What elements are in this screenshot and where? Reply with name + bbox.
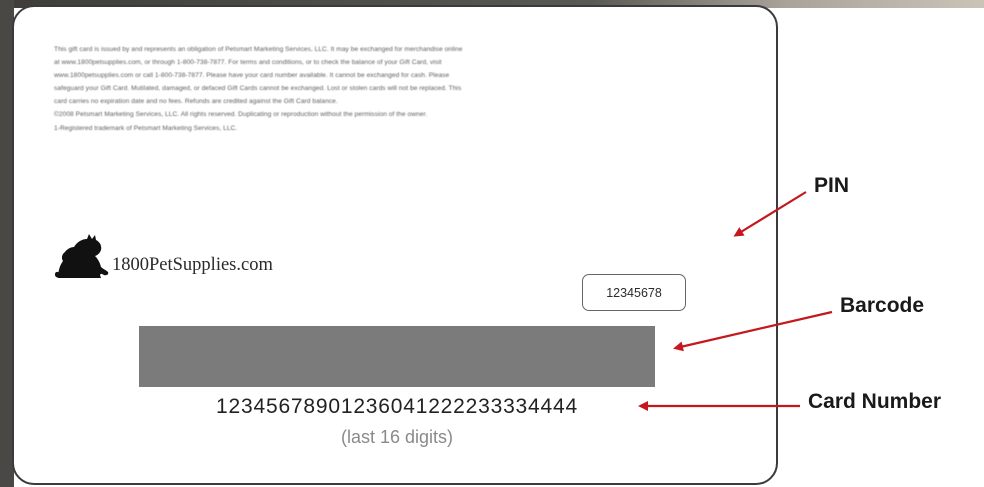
- barcode-label: Barcode: [840, 294, 925, 317]
- card-number-label: Card Number: [808, 390, 942, 413]
- pin-arrow: [733, 191, 807, 237]
- pin-label: PIN: [814, 174, 850, 197]
- gift-card-diagram: This gift card is issued by and represen…: [0, 0, 984, 487]
- barcode-arrow: [673, 310, 833, 352]
